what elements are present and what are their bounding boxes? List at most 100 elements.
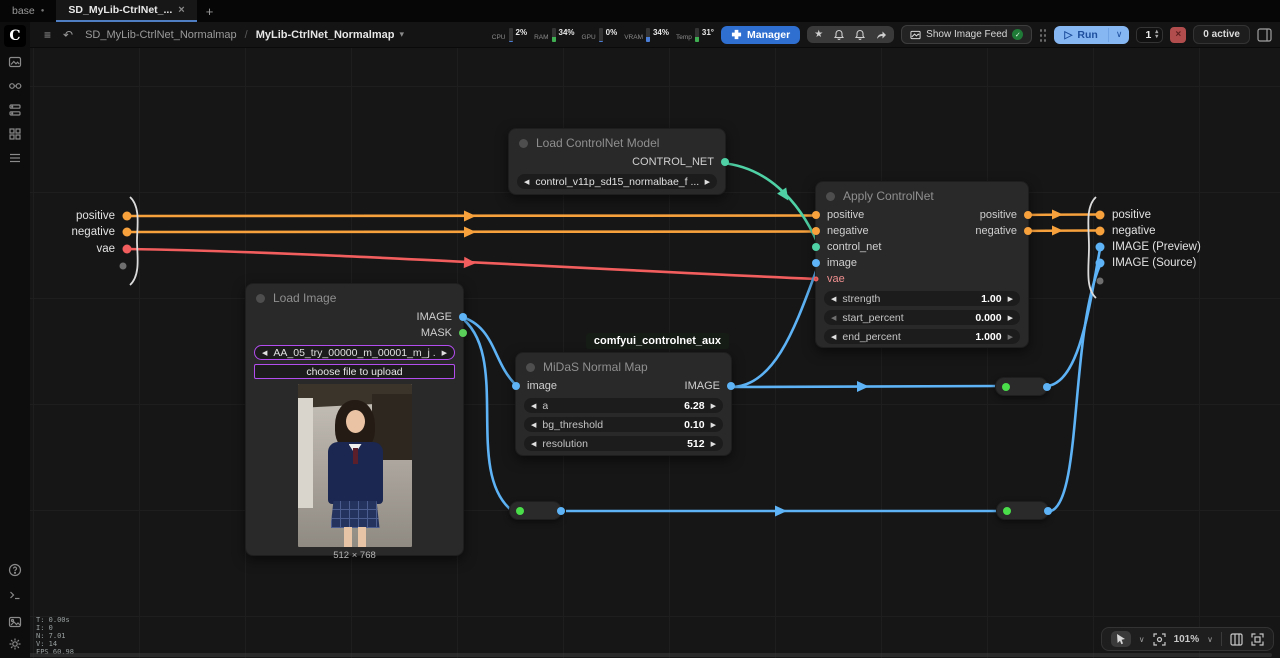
- queue-icon[interactable]: [7, 150, 23, 166]
- group-input-vae[interactable]: vae: [55, 243, 115, 255]
- batch-count-stepper[interactable]: 1 ▴ ▾: [1136, 27, 1163, 43]
- controlnet-model-select[interactable]: ◀ control_v11p_sd15_normalbae_f ... ▶: [517, 174, 717, 189]
- help-icon[interactable]: [7, 562, 23, 578]
- bell-alt-icon[interactable]: [855, 29, 865, 40]
- strength-widget[interactable]: ◀ strength 1.00 ▶: [824, 291, 1020, 306]
- prev-value-icon[interactable]: ◀: [262, 349, 267, 357]
- node-load-controlnet-model[interactable]: Load ControlNet Model CONTROL_NET ◀ cont…: [508, 128, 726, 195]
- output-dot-mask[interactable]: [459, 329, 467, 337]
- decrement-icon[interactable]: ◀: [531, 402, 536, 410]
- output-dot-control-net[interactable]: [721, 158, 729, 166]
- increment-icon[interactable]: ▶: [1008, 333, 1013, 341]
- active-jobs-badge[interactable]: 0 active: [1193, 25, 1250, 44]
- decrement-icon[interactable]: ◀: [831, 295, 836, 303]
- share-icon[interactable]: [876, 30, 887, 40]
- input-dot-control-net[interactable]: [812, 243, 820, 251]
- zoom-caret[interactable]: ∨: [1207, 635, 1213, 644]
- tab-base[interactable]: base ●: [0, 0, 56, 22]
- node-title-bar[interactable]: Load ControlNet Model: [509, 129, 725, 154]
- image-file-select[interactable]: ◀ AA_05_try_00000_m_00001_m_j ... ▶: [254, 345, 455, 360]
- fullscreen-button[interactable]: [1251, 633, 1264, 646]
- node-load-image[interactable]: Load Image IMAGE MASK ◀ AA_05_try_00000_…: [245, 283, 464, 556]
- step-down-icon[interactable]: ▾: [1155, 35, 1158, 40]
- reroute-node[interactable]: [996, 501, 1049, 520]
- tool-options-caret[interactable]: ∨: [1139, 635, 1145, 644]
- output-dot-image[interactable]: [727, 382, 735, 390]
- model-library-icon[interactable]: [7, 102, 23, 118]
- run-options-caret[interactable]: ∨: [1109, 26, 1130, 43]
- input-dot-positive[interactable]: [812, 211, 820, 219]
- reroute-input-dot[interactable]: [1002, 383, 1010, 391]
- extensions-icon[interactable]: [7, 126, 23, 142]
- output-dot-negative[interactable]: [1024, 227, 1032, 235]
- collapse-dot-icon[interactable]: [826, 192, 835, 201]
- node-title-bar[interactable]: MiDaS Normal Map: [516, 353, 731, 378]
- image-preview[interactable]: [298, 384, 412, 547]
- cancel-run-button[interactable]: ×: [1170, 27, 1186, 43]
- increment-icon[interactable]: ▶: [1008, 314, 1013, 322]
- node-library-icon[interactable]: [7, 78, 23, 94]
- reroute-output-dot[interactable]: [1044, 507, 1052, 515]
- node-title-bar[interactable]: Load Image: [246, 284, 463, 309]
- group-output-image-preview[interactable]: IMAGE (Preview): [1112, 241, 1201, 253]
- group-input-negative[interactable]: negative: [55, 226, 115, 238]
- run-button[interactable]: ▷ Run ∨: [1054, 26, 1129, 44]
- resolution-widget[interactable]: ◀ resolution 512 ▶: [524, 436, 723, 451]
- input-dot-negative[interactable]: [812, 227, 820, 235]
- prev-value-icon[interactable]: ◀: [524, 178, 529, 186]
- node-midas-normal-map[interactable]: comfyui_controlnet_aux MiDaS Normal Map …: [515, 352, 732, 456]
- decrement-icon[interactable]: ◀: [831, 333, 836, 341]
- bell-icon[interactable]: [834, 29, 844, 40]
- next-value-icon[interactable]: ▶: [705, 178, 710, 186]
- manager-button[interactable]: Manager: [721, 26, 800, 44]
- output-dot-positive[interactable]: [1024, 211, 1032, 219]
- tab-active-workflow[interactable]: SD_MyLib-CtrlNet_... ×: [56, 0, 196, 22]
- stepper-arrows[interactable]: ▴ ▾: [1155, 30, 1158, 40]
- menu-icon[interactable]: ≡: [38, 28, 57, 42]
- show-image-feed-button[interactable]: Show Image Feed ✓: [901, 25, 1032, 44]
- zoom-level[interactable]: 101%: [1174, 634, 1200, 645]
- choose-file-button[interactable]: choose file to upload: [254, 364, 455, 379]
- next-value-icon[interactable]: ▶: [442, 349, 447, 357]
- node-title-bar[interactable]: Apply ControlNet: [816, 182, 1028, 207]
- horizontal-scrollbar[interactable]: [8, 653, 1272, 657]
- image-feed-panel-icon[interactable]: [7, 614, 23, 630]
- reroute-input-dot[interactable]: [516, 507, 524, 515]
- select-tool-button[interactable]: [1111, 631, 1131, 647]
- input-dot-vae[interactable]: [814, 277, 819, 282]
- a-widget[interactable]: ◀ a 6.28 ▶: [524, 398, 723, 413]
- input-dot-image[interactable]: [812, 259, 820, 267]
- toggle-panel-icon[interactable]: [1257, 28, 1272, 42]
- group-input-positive[interactable]: positive: [55, 210, 115, 222]
- group-output-negative[interactable]: negative: [1112, 225, 1155, 237]
- fit-view-button[interactable]: [1153, 633, 1166, 646]
- breadcrumb-root[interactable]: SD_MyLib-CtrlNet_Normalmap: [85, 29, 237, 41]
- close-tab-icon[interactable]: ×: [178, 4, 184, 16]
- workflows-icon[interactable]: [7, 54, 23, 70]
- increment-icon[interactable]: ▶: [711, 402, 716, 410]
- increment-icon[interactable]: ▶: [1008, 295, 1013, 303]
- input-dot-image[interactable]: [512, 382, 520, 390]
- increment-icon[interactable]: ▶: [711, 421, 716, 429]
- decrement-icon[interactable]: ◀: [531, 421, 536, 429]
- collapse-dot-icon[interactable]: [519, 139, 528, 148]
- reroute-output-dot[interactable]: [1043, 383, 1051, 391]
- drag-handle[interactable]: [1039, 28, 1047, 42]
- reroute-output-dot[interactable]: [557, 507, 565, 515]
- reroute-node[interactable]: [995, 377, 1048, 396]
- reroute-input-dot[interactable]: [1003, 507, 1011, 515]
- chevron-down-icon[interactable]: ▾: [399, 29, 404, 40]
- undo-icon[interactable]: ↶: [57, 28, 79, 42]
- bg-threshold-widget[interactable]: ◀ bg_threshold 0.10 ▶: [524, 417, 723, 432]
- node-apply-controlnet[interactable]: Apply ControlNet positive positive negat…: [815, 181, 1029, 348]
- decrement-icon[interactable]: ◀: [831, 314, 836, 322]
- end-percent-widget[interactable]: ◀ end_percent 1.000 ▶: [824, 329, 1020, 344]
- new-tab-button[interactable]: +: [197, 0, 223, 22]
- minimap-button[interactable]: [1230, 633, 1243, 646]
- collapse-dot-icon[interactable]: [526, 363, 535, 372]
- start-percent-widget[interactable]: ◀ start_percent 0.000 ▶: [824, 310, 1020, 325]
- output-dot-image[interactable]: [459, 313, 467, 321]
- star-icon[interactable]: ★: [814, 29, 823, 40]
- increment-icon[interactable]: ▶: [711, 440, 716, 448]
- comfyui-logo[interactable]: C: [4, 25, 26, 47]
